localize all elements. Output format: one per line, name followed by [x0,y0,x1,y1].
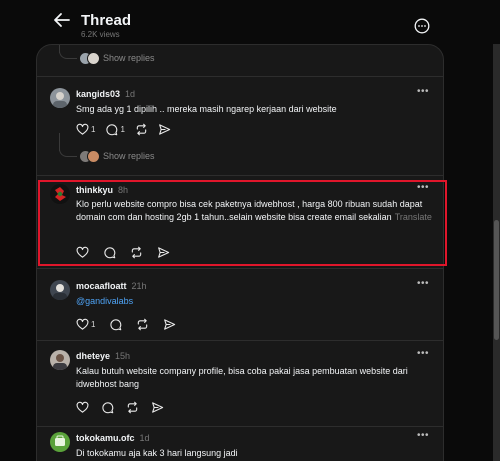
share-button[interactable] [158,122,171,136]
show-replies-label: Show replies [103,151,155,161]
more-options-icon[interactable] [414,18,430,34]
post-menu-icon[interactable]: ••• [417,430,429,441]
avatar[interactable] [50,184,70,204]
timestamp: 8h [118,185,129,195]
like-button[interactable]: 1 [76,122,95,136]
repost-button[interactable] [136,317,149,331]
post-text: Kalau butuh website company profile, bis… [76,366,408,389]
post-actions: 1 [76,317,186,331]
avatar[interactable] [50,432,70,452]
thread-panel: Show replies kangids03 1d ••• Smg ada yg … [36,44,444,461]
comment-icon [110,318,122,330]
divider [37,340,443,341]
view-count: 6.2K views [81,30,120,39]
translate-link[interactable]: Translate [395,212,432,222]
avatar[interactable] [50,88,70,108]
like-button[interactable] [76,400,89,414]
share-icon [152,401,164,413]
show-replies-label: Show replies [103,53,155,63]
reply-avatars [79,150,101,164]
repost-icon [131,246,142,258]
post-menu-icon[interactable]: ••• [417,348,429,359]
username[interactable]: tokokamu.ofc 1d [76,433,150,443]
back-arrow-icon[interactable] [52,10,72,30]
like-button[interactable]: 1 [76,317,95,331]
like-count: 1 [91,319,96,329]
timestamp: 1d [125,89,136,99]
share-button[interactable] [151,400,164,414]
like-button[interactable] [76,245,89,259]
share-icon [159,123,171,135]
thread-connector [59,147,77,157]
divider [37,268,443,269]
comment-icon [102,401,114,413]
post-text: Smg ada yg 1 dipilih .. mereka masih nga… [76,104,337,114]
repost-button[interactable] [126,400,139,414]
comment-button[interactable] [109,317,122,331]
like-count: 1 [91,124,96,134]
post-actions [76,400,174,414]
page-title: Thread [81,12,132,29]
repost-icon [136,123,147,135]
repost-icon [138,318,148,330]
heart-icon [76,246,89,258]
timestamp: 15h [115,351,131,361]
post-text: @gandivalabs [76,295,436,308]
comment-button[interactable] [101,400,114,414]
share-icon [158,246,170,258]
comment-count: 1 [120,124,125,134]
post-text: Klo perlu website compro bisa cek paketn… [76,199,432,222]
username[interactable]: thinkkyu 8h [76,185,128,195]
post-text: Di tokokamu aja kak 3 hari langsung jadi [76,448,238,458]
comment-button[interactable] [103,245,116,259]
divider [37,76,443,77]
thread-connector [59,49,77,59]
comment-button[interactable]: 1 [105,122,125,136]
share-button[interactable] [163,317,176,331]
thread-header: Thread 6.2K views [0,0,500,44]
repost-icon [127,401,138,413]
share-icon [164,318,176,330]
share-button[interactable] [157,245,170,259]
heart-icon [76,318,89,330]
heart-icon [76,401,89,413]
mention-link[interactable]: @gandivalabs [76,296,133,306]
repost-button[interactable] [130,245,143,259]
repost-button[interactable] [135,122,148,136]
username[interactable]: kangids03 1d [76,89,135,99]
avatar[interactable] [50,280,70,300]
scrollbar-thumb[interactable] [494,220,499,340]
username[interactable]: dheteye 15h [76,351,130,361]
post-menu-icon[interactable]: ••• [417,278,429,289]
post-menu-icon[interactable]: ••• [417,86,429,97]
post-menu-icon[interactable]: ••• [417,182,429,193]
comment-icon [106,123,118,135]
username[interactable]: mocaafloatt 21h [76,281,147,291]
timestamp: 21h [131,281,147,291]
post-actions: 1 1 [76,122,181,136]
heart-icon [76,123,89,135]
divider [37,426,443,427]
timestamp: 1d [139,433,150,443]
post-actions [76,245,180,259]
divider [37,175,443,176]
reply-avatars [79,52,101,66]
avatar[interactable] [50,350,70,370]
comment-icon [104,246,116,258]
